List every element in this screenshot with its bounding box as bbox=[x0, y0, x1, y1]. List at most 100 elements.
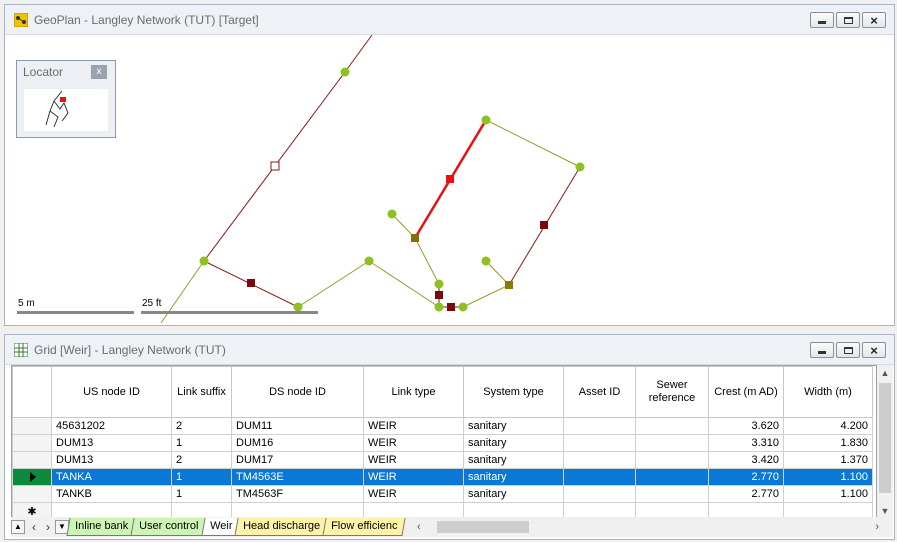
link-marker[interactable] bbox=[435, 291, 443, 299]
horizontal-scroll-thumb[interactable] bbox=[437, 521, 529, 533]
object-tab[interactable]: Head discharge bbox=[234, 518, 329, 536]
table-cell[interactable]: 3.310 bbox=[708, 434, 784, 452]
grid-horizontal-scrollbar[interactable]: ‹ › bbox=[413, 519, 891, 535]
table-cell[interactable]: 3.620 bbox=[708, 417, 784, 435]
table-cell[interactable] bbox=[563, 434, 636, 452]
table-cell[interactable]: 1.370 bbox=[783, 451, 873, 469]
grid-minimize-button[interactable] bbox=[810, 342, 834, 358]
locator-panel[interactable]: Locator x bbox=[16, 60, 116, 138]
table-cell[interactable] bbox=[563, 451, 636, 469]
object-tab[interactable]: User control bbox=[130, 518, 208, 536]
table-cell[interactable] bbox=[635, 417, 709, 435]
table-cell[interactable]: DUM16 bbox=[231, 434, 364, 452]
table-cell[interactable]: WEIR bbox=[363, 468, 464, 486]
column-header[interactable]: Asset ID bbox=[563, 366, 636, 418]
link-marker[interactable] bbox=[411, 234, 419, 242]
link-marker[interactable] bbox=[505, 281, 513, 289]
network-map[interactable] bbox=[11, 34, 890, 324]
table-cell[interactable]: 4.200 bbox=[783, 417, 873, 435]
object-tab[interactable]: Flow efficienc bbox=[322, 518, 407, 536]
table-row[interactable]: 45631202 2 DUM11 WEIR sanitary 3.620 4.200 bbox=[12, 417, 873, 435]
table-cell[interactable]: TM4563F bbox=[231, 485, 364, 503]
pipe-link[interactable] bbox=[414, 237, 440, 285]
table-cell[interactable]: sanitary bbox=[463, 468, 564, 486]
map-node[interactable] bbox=[199, 256, 209, 266]
scroll-up-arrow-icon[interactable]: ▲ bbox=[877, 365, 893, 381]
map-node[interactable] bbox=[575, 162, 585, 172]
table-row[interactable]: TANKB 1 TM4563F WEIR sanitary 2.770 1.100 bbox=[12, 485, 873, 503]
map-node[interactable] bbox=[340, 67, 350, 77]
tab-prev-button[interactable]: ‹ bbox=[27, 520, 41, 534]
table-cell[interactable]: 45631202 bbox=[51, 417, 172, 435]
geoplan-titlebar[interactable]: GeoPlan - Langley Network (TUT) [Target]… bbox=[5, 5, 894, 35]
grid-vertical-scrollbar[interactable]: ▲ ▼ bbox=[877, 365, 893, 519]
row-header[interactable] bbox=[12, 434, 52, 452]
row-header[interactable] bbox=[12, 468, 52, 486]
table-cell[interactable] bbox=[635, 451, 709, 469]
table-cell[interactable]: 1.100 bbox=[783, 468, 873, 486]
table-cell[interactable] bbox=[635, 485, 709, 503]
table-cell[interactable]: TM4563E bbox=[231, 468, 364, 486]
map-node[interactable] bbox=[387, 209, 397, 219]
link-marker[interactable] bbox=[447, 303, 455, 311]
pipe-link[interactable] bbox=[462, 284, 510, 308]
table-row[interactable]: TANKA 1 TM4563E WEIR sanitary 2.770 1.100 bbox=[12, 468, 873, 486]
table-cell[interactable]: 2 bbox=[171, 451, 232, 469]
row-header[interactable] bbox=[12, 485, 52, 503]
column-header[interactable]: System type bbox=[463, 366, 564, 418]
table-cell[interactable]: 1.830 bbox=[783, 434, 873, 452]
column-header[interactable]: DS node ID bbox=[231, 366, 364, 418]
object-tab[interactable]: Inline bank bbox=[66, 518, 137, 536]
map-node[interactable] bbox=[481, 256, 491, 266]
table-cell[interactable] bbox=[563, 468, 636, 486]
table-cell[interactable]: sanitary bbox=[463, 417, 564, 435]
map-node[interactable] bbox=[458, 302, 468, 312]
table-cell[interactable]: sanitary bbox=[463, 434, 564, 452]
scroll-right-arrow-icon[interactable]: › bbox=[875, 521, 879, 533]
selected-link-marker[interactable] bbox=[446, 175, 454, 183]
table-cell[interactable]: sanitary bbox=[463, 485, 564, 503]
tab-first-button[interactable]: ▲ bbox=[11, 520, 25, 534]
table-cell[interactable] bbox=[635, 434, 709, 452]
table-cell[interactable]: 1 bbox=[171, 485, 232, 503]
table-cell[interactable]: 1 bbox=[171, 468, 232, 486]
pipe-link[interactable] bbox=[368, 260, 440, 308]
map-canvas[interactable]: 5 m 25 ft bbox=[11, 34, 890, 324]
table-cell[interactable]: WEIR bbox=[363, 434, 464, 452]
table-cell[interactable]: DUM11 bbox=[231, 417, 364, 435]
grid-close-button[interactable]: × bbox=[862, 342, 886, 358]
link-marker[interactable] bbox=[540, 221, 548, 229]
table-cell[interactable] bbox=[563, 417, 636, 435]
table-cell[interactable]: WEIR bbox=[363, 485, 464, 503]
table-cell[interactable]: WEIR bbox=[363, 417, 464, 435]
map-node[interactable] bbox=[434, 302, 444, 312]
locator-close-button[interactable]: x bbox=[91, 65, 107, 79]
table-cell[interactable]: 2 bbox=[171, 417, 232, 435]
table-cell[interactable] bbox=[635, 468, 709, 486]
tab-next-button[interactable]: › bbox=[41, 520, 55, 534]
column-header[interactable]: US node ID bbox=[51, 366, 172, 418]
table-cell[interactable]: sanitary bbox=[463, 451, 564, 469]
pipe-link[interactable] bbox=[485, 119, 581, 168]
geoplan-maximize-button[interactable] bbox=[836, 12, 860, 28]
grid-titlebar[interactable]: Grid [Weir] - Langley Network (TUT) × bbox=[5, 335, 894, 365]
row-header-corner[interactable] bbox=[12, 366, 52, 418]
table-row[interactable]: DUM13 1 DUM16 WEIR sanitary 3.310 1.830 bbox=[12, 434, 873, 452]
geoplan-minimize-button[interactable] bbox=[810, 12, 834, 28]
weir-grid[interactable]: US node ID Link suffix DS node ID Link t… bbox=[11, 365, 877, 519]
table-cell[interactable]: 2.770 bbox=[708, 468, 784, 486]
table-cell[interactable]: 1 bbox=[171, 434, 232, 452]
table-cell[interactable] bbox=[563, 485, 636, 503]
pipe-link[interactable] bbox=[297, 260, 370, 308]
table-cell[interactable]: TANKA bbox=[51, 468, 172, 486]
column-header[interactable]: Crest (m AD) bbox=[708, 366, 784, 418]
table-cell[interactable]: DUM17 bbox=[231, 451, 364, 469]
link-marker[interactable] bbox=[247, 279, 255, 287]
scroll-left-arrow-icon[interactable]: ‹ bbox=[417, 521, 421, 533]
locator-overview[interactable] bbox=[24, 89, 108, 131]
table-cell[interactable]: DUM13 bbox=[51, 434, 172, 452]
pipe-link[interactable] bbox=[344, 34, 373, 73]
map-node[interactable] bbox=[364, 256, 374, 266]
map-node[interactable] bbox=[434, 279, 444, 289]
geoplan-close-button[interactable]: × bbox=[862, 12, 886, 28]
